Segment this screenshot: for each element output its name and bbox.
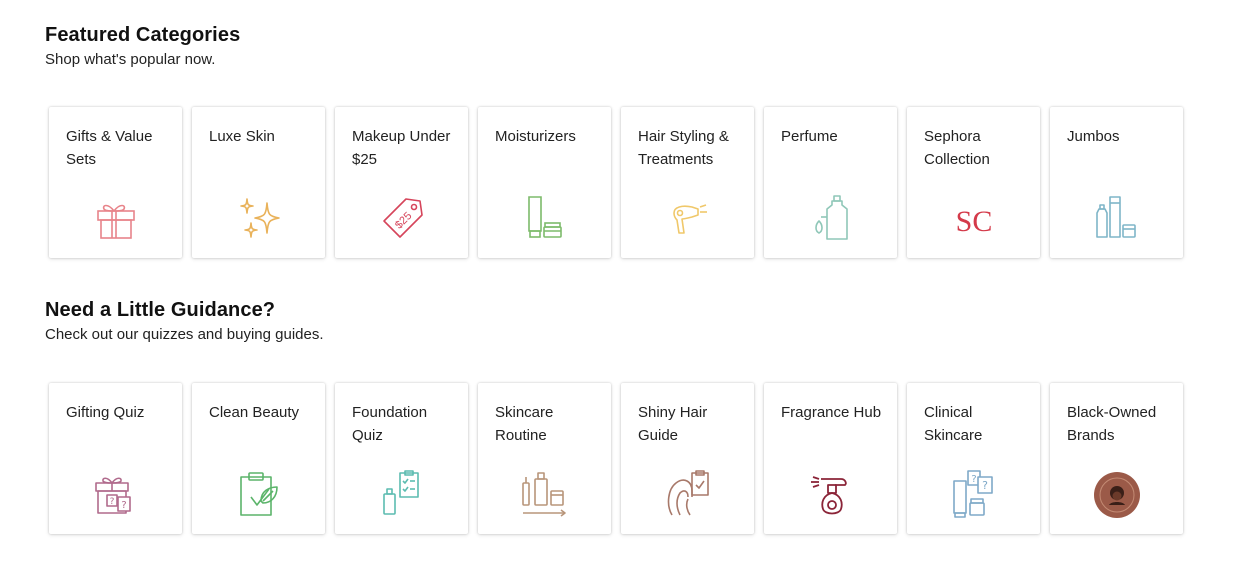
- tile-label: Clean Beauty: [209, 404, 300, 421]
- tile-label: Foundation Quiz: [352, 404, 428, 444]
- svg-text:?: ?: [971, 474, 976, 485]
- perfume-bottle-icon: [805, 193, 857, 245]
- tile-label: Black-Owned Brands: [1067, 404, 1157, 444]
- featured-categories-header: Featured Categories Shop what's popular …: [45, 22, 240, 70]
- section-subtitle: Check out our quizzes and buying guides.: [45, 326, 324, 343]
- clinical-skincare-icon: ? ?: [948, 469, 1000, 521]
- guide-tile-shiny-hair-guide[interactable]: Shiny Hair Guide: [621, 383, 754, 534]
- category-tile-makeup-under-25[interactable]: Makeup Under $25 $25: [335, 107, 468, 258]
- tile-label: Shiny Hair Guide: [638, 404, 708, 444]
- hair-guide-icon: [662, 469, 714, 521]
- price-tag-icon: $25: [376, 193, 428, 245]
- foundation-checklist-icon: [376, 469, 428, 521]
- category-tile-gifts-value-sets[interactable]: Gifts & Value Sets: [49, 107, 182, 258]
- tile-label: Gifting Quiz: [66, 404, 145, 421]
- tile-label: Gifts & Value Sets: [66, 128, 153, 168]
- tile-label: Perfume: [781, 128, 838, 145]
- guide-tile-fragrance-hub[interactable]: Fragrance Hub: [764, 383, 897, 534]
- sc-logo-icon: SC: [948, 193, 1000, 245]
- moisturizer-tube-icon: [519, 193, 571, 245]
- tile-label: Skincare Routine: [495, 404, 554, 444]
- skincare-routine-icon: [519, 469, 571, 521]
- category-tile-luxe-skin[interactable]: Luxe Skin: [192, 107, 325, 258]
- guide-tile-clinical-skincare[interactable]: Clinical Skincare ? ?: [907, 383, 1040, 534]
- guide-tile-foundation-quiz[interactable]: Foundation Quiz: [335, 383, 468, 534]
- svg-text:?: ?: [110, 497, 115, 507]
- gift-quiz-icon: ? ?: [90, 469, 142, 521]
- tile-label: Luxe Skin: [209, 128, 275, 145]
- guidance-header: Need a Little Guidance? Check out our qu…: [45, 297, 324, 345]
- category-tile-perfume[interactable]: Perfume: [764, 107, 897, 258]
- section-title: Featured Categories: [45, 24, 241, 46]
- svg-text:SC: SC: [956, 205, 993, 238]
- featured-categories-grid: Gifts & Value Sets Luxe Skin Makeup Unde…: [49, 107, 1183, 258]
- tile-label: Fragrance Hub: [781, 404, 882, 421]
- guide-tile-black-owned-brands[interactable]: Black-Owned Brands: [1050, 383, 1183, 534]
- section-subtitle: Shop what's popular now.: [45, 51, 216, 68]
- svg-text:$25: $25: [393, 210, 414, 231]
- black-owned-badge-icon: [1091, 469, 1143, 521]
- sparkles-icon: [233, 193, 285, 245]
- category-tile-hair-styling-treatments[interactable]: Hair Styling & Treatments: [621, 107, 754, 258]
- tile-label: Makeup Under $25: [352, 128, 451, 168]
- category-tile-sephora-collection[interactable]: Sephora Collection SC: [907, 107, 1040, 258]
- category-tile-jumbos[interactable]: Jumbos: [1050, 107, 1183, 258]
- svg-text:?: ?: [121, 500, 126, 511]
- fragrance-atomizer-icon: [805, 469, 857, 521]
- guide-tile-gifting-quiz[interactable]: Gifting Quiz ? ?: [49, 383, 182, 534]
- tile-label: Jumbos: [1067, 128, 1120, 145]
- gift-box-icon: [90, 193, 142, 245]
- hair-dryer-icon: [662, 193, 714, 245]
- guidance-grid: Gifting Quiz ? ? Clean Beauty Foundation…: [49, 383, 1183, 534]
- guide-tile-clean-beauty[interactable]: Clean Beauty: [192, 383, 325, 534]
- section-title: Need a Little Guidance?: [45, 299, 276, 321]
- tile-label: Clinical Skincare: [924, 404, 983, 444]
- tile-label: Hair Styling & Treatments: [638, 128, 729, 168]
- tile-label: Sephora Collection: [924, 128, 990, 168]
- guide-tile-skincare-routine[interactable]: Skincare Routine: [478, 383, 611, 534]
- clipboard-leaf-icon: [233, 469, 285, 521]
- tile-label: Moisturizers: [495, 128, 576, 145]
- jumbo-bottles-icon: [1091, 193, 1143, 245]
- category-tile-moisturizers[interactable]: Moisturizers: [478, 107, 611, 258]
- svg-text:?: ?: [982, 479, 988, 492]
